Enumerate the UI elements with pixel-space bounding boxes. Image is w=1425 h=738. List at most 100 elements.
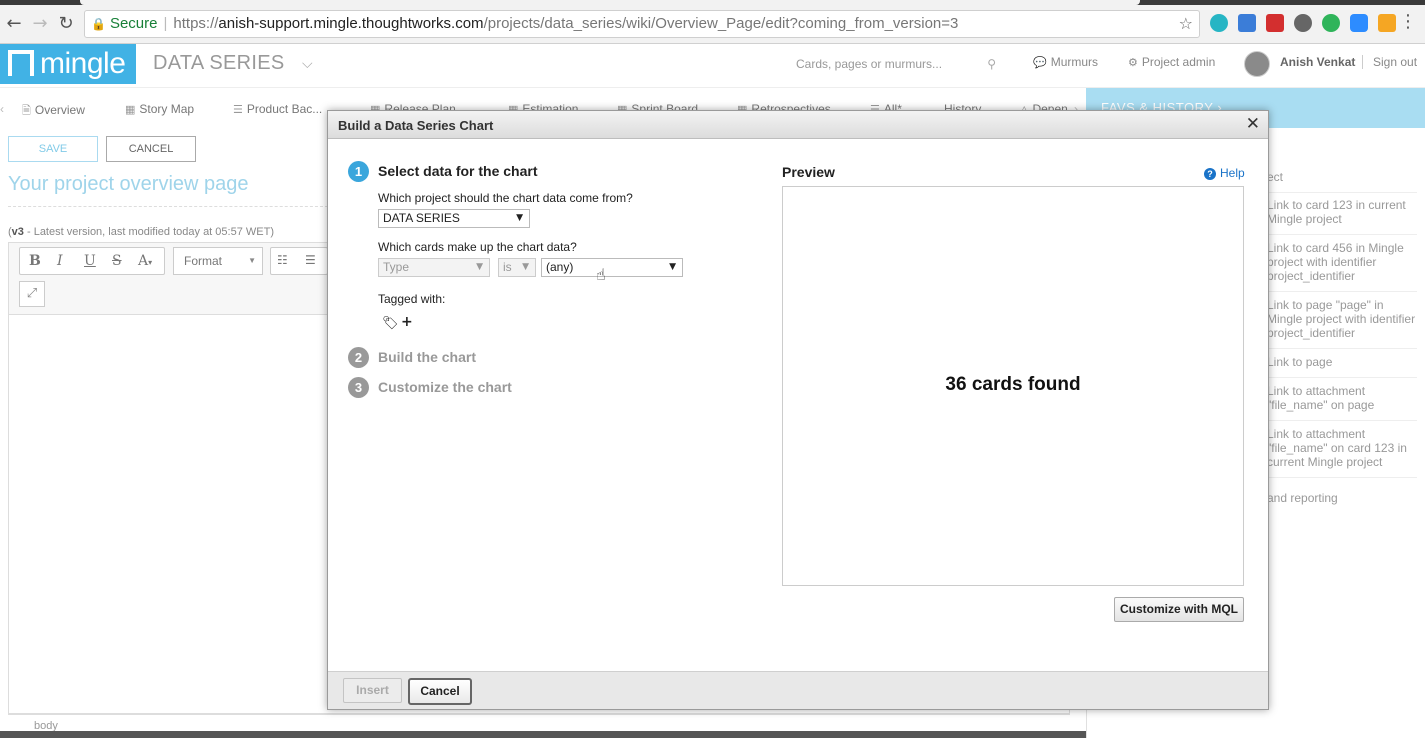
speech-bubble-icon: 💬 [1033,56,1047,69]
cards-question: Which cards make up the chart data? [378,240,577,254]
step-1-badge: 1 [348,161,369,182]
add-tag-icon[interactable]: + [401,314,413,330]
side-panel-item[interactable]: Link to attachment "file_name" on card 1… [1267,427,1417,478]
caret-down-icon: ▼ [669,262,676,272]
format-select[interactable]: Format ▼ [173,247,263,275]
strikethrough-icon[interactable]: S [112,253,122,269]
property-select[interactable]: Type ▼ [378,258,490,277]
forward-icon[interactable]: → [30,14,50,34]
project-select-value: DATA SERIES [383,211,460,225]
search-icon[interactable]: ⚲ [987,52,996,76]
scroll-left-icon[interactable]: ‹ [0,102,4,116]
numbered-list-icon[interactable]: ☷ [277,253,288,267]
address-bar[interactable]: 🔒 Secure | https://anish-support.mingle.tho… [84,10,1200,38]
data-series-chart-dialog: Build a Data Series Chart ✕ 1 Select dat… [327,110,1269,710]
grid-icon: ▦ [125,103,136,116]
side-panel-item[interactable]: and reporting [1267,491,1417,513]
murmurs-label: Murmurs [1050,55,1099,69]
hand-cursor-icon: ☝ [596,265,606,284]
dialog-titlebar: Build a Data Series Chart ✕ [328,111,1268,139]
step-2-label[interactable]: Build the chart [378,349,476,365]
bold-icon[interactable]: B [29,253,41,269]
murmurs-link[interactable]: 💬 Murmurs [1033,55,1098,69]
step-3-label[interactable]: Customize the chart [378,379,512,395]
extension-icon[interactable] [1378,14,1396,32]
secure-label: Secure [109,15,158,32]
preview-panel: 36 cards found [782,186,1244,586]
tab-story-map[interactable]: ▦ Story Map [125,102,194,116]
back-icon[interactable]: ← [4,14,24,34]
extension-icon[interactable] [1210,14,1228,32]
lock-icon: 🔒 [91,17,106,31]
tab-product-backlog[interactable]: ☰ Product Bac... [233,102,322,116]
project-admin-link[interactable]: ⚙ Project admin [1128,55,1215,69]
active-tab[interactable] [80,0,1140,5]
reload-icon[interactable]: ↻ [56,14,76,34]
side-panel-item[interactable]: ect [1267,170,1417,193]
side-panel-item[interactable]: Link to attachment "file_name" on page [1267,384,1417,421]
url-host: anish-support.mingle.thoughtworks.com [218,15,484,32]
tab-label: Story Map [139,102,195,116]
url-path: /projects/data_series/wiki/Overview_Page… [483,15,959,32]
bookmark-star-icon[interactable]: ☆ [1179,11,1193,37]
tab-strip [0,0,1425,5]
side-panel-item[interactable]: Link to page "page" in Mingle project wi… [1267,298,1417,349]
close-icon[interactable]: ✕ [1246,115,1260,133]
text-style-group: B I U S A▾ [19,247,165,275]
maximize-icon[interactable]: ⤢ [19,281,45,307]
extension-icon[interactable] [1350,14,1368,32]
help-icon: ? [1204,168,1216,180]
logo-mark-icon [8,50,34,76]
project-admin-label: Project admin [1141,55,1216,69]
italic-icon[interactable]: I [57,253,63,269]
divider [8,206,328,207]
sign-out-link[interactable]: Sign out [1362,55,1417,69]
tab-label: Product Bac... [246,102,323,116]
dialog-cancel-button[interactable]: Cancel [408,678,472,705]
bullet-list-icon[interactable]: ☰ [305,253,316,267]
mingle-logo[interactable]: mingle [0,44,136,84]
format-label: Format [184,254,223,268]
save-button[interactable]: SAVE [8,136,98,162]
side-panel-item[interactable]: Link to card 456 in Mingle project with … [1267,241,1417,292]
customize-mql-button[interactable]: Customize with MQL [1114,597,1244,622]
extension-icon[interactable] [1322,14,1340,32]
extension-icon[interactable] [1266,14,1284,32]
dialog-footer: Insert Cancel [328,671,1268,709]
caret-down-icon: ▼ [248,256,256,265]
page-title-input[interactable]: Your project overview page [8,173,249,196]
cancel-button[interactable]: CANCEL [106,136,196,162]
browser-chrome: ← → ↻ 🔒 Secure | https://anish-support.ming… [0,0,1425,44]
help-link[interactable]: ? Help [1204,166,1245,180]
underline-icon[interactable]: U [84,253,96,269]
tagged-with-label: Tagged with: [378,292,446,306]
search-placeholder: Cards, pages or murmurs... [796,57,943,71]
version-text: - Latest version, last modified today at… [23,226,274,238]
caret-down-icon: ▼ [522,262,529,272]
insert-button[interactable]: Insert [343,678,402,703]
avatar[interactable] [1244,51,1270,77]
list-icon: ☰ [233,103,243,116]
font-color-icon[interactable]: A▾ [138,253,152,269]
list-group: ☷ ☰ [270,247,328,275]
user-name[interactable]: Anish Venkat [1280,55,1355,69]
step-2-badge: 2 [348,347,369,368]
caret-down-icon: ▼ [516,213,523,223]
side-panel-item[interactable]: Link to card 123 in current Mingle proje… [1267,198,1417,235]
value-select[interactable]: (any) ▼ [541,258,683,277]
property-select-value: Type [383,260,410,274]
extension-icon[interactable] [1238,14,1256,32]
version-tag: v3 [11,226,24,238]
project-name[interactable]: DATA SERIES [153,52,284,75]
side-panel-item[interactable]: Link to page [1267,355,1417,378]
chevron-down-icon[interactable]: ⌵ [302,56,313,72]
preview-result-count: 36 cards found [945,374,1081,395]
project-select[interactable]: DATA SERIES ▼ [378,209,530,228]
step-1-label[interactable]: Select data for the chart [378,163,538,179]
global-search-input[interactable]: Cards, pages or murmurs... ⚲ [790,52,1000,76]
browser-menu-icon[interactable]: ⋮ [1399,12,1417,32]
url-scheme: https:// [173,15,219,32]
operator-select[interactable]: is ▼ [498,258,536,277]
extension-icon[interactable] [1294,14,1312,32]
tab-overview[interactable]: 🗎 Overview [22,102,85,121]
